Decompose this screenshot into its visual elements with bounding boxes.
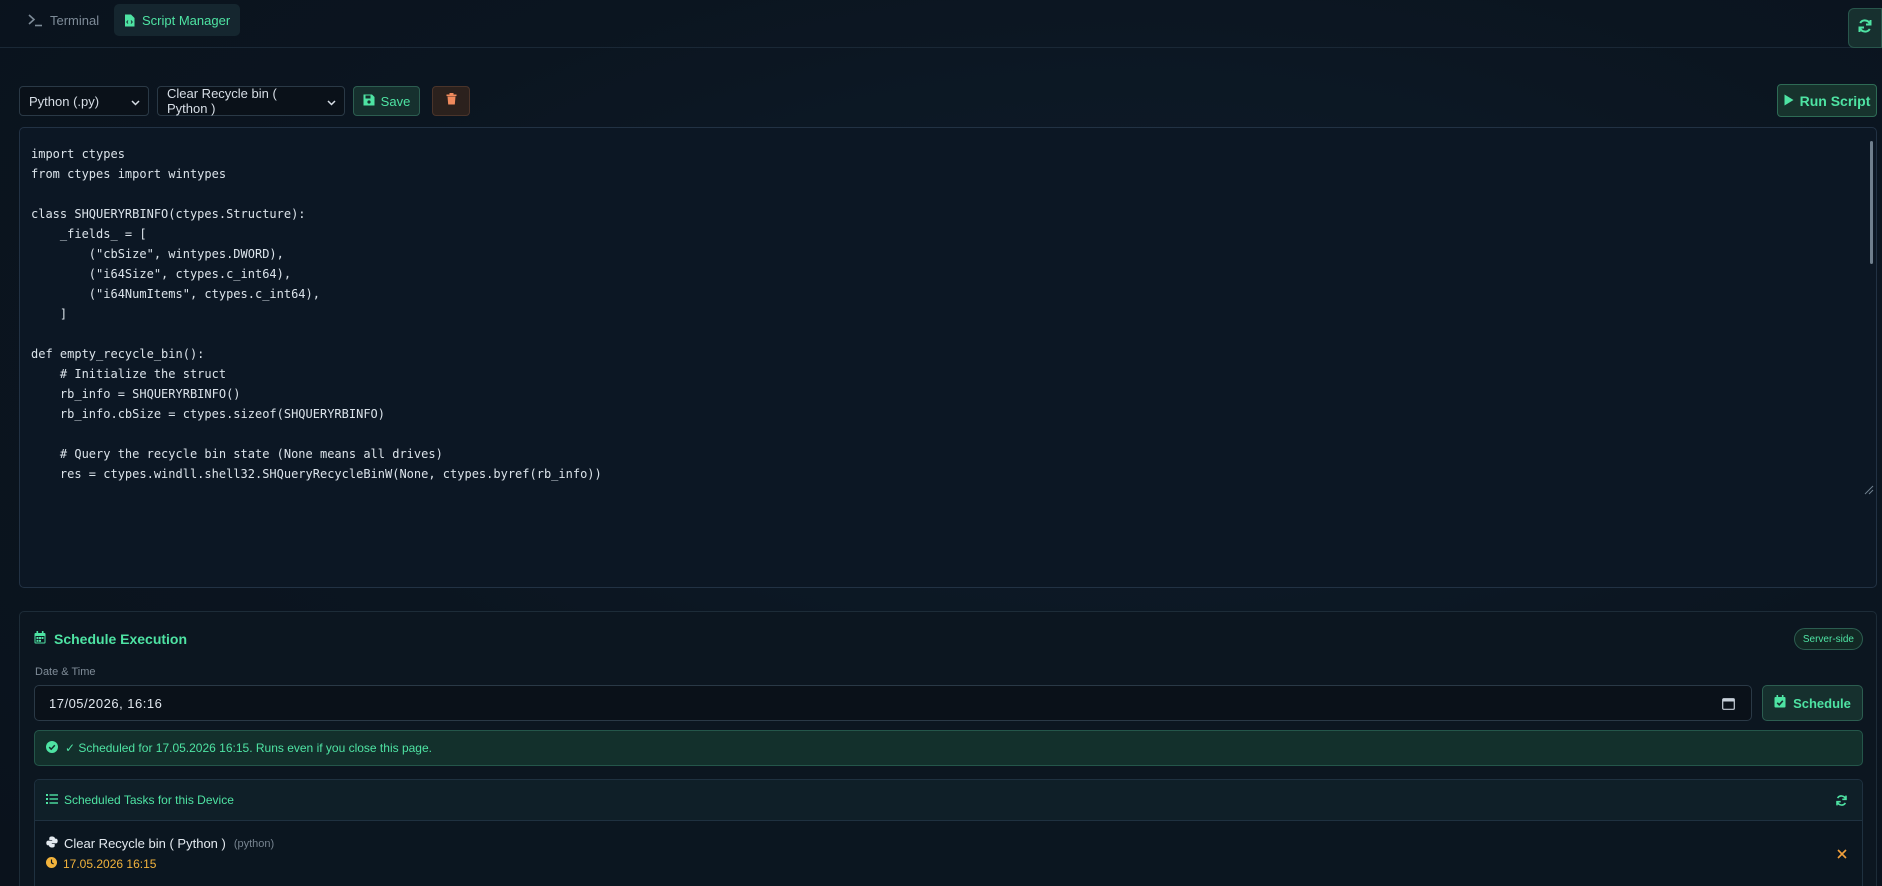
file-code-icon <box>124 14 135 27</box>
script-select-value: Clear Recycle bin ( Python ) <box>167 86 277 116</box>
language-select-value: Python (.py) <box>29 93 100 109</box>
task-type: (python) <box>233 837 275 850</box>
script-toolbar: Python (.py) Clear Recycle bin ( Python … <box>19 86 470 116</box>
datetime-input[interactable]: 17/05/2026, 16:16 <box>34 685 1752 721</box>
alert-text: ✓ Scheduled for 17.05.2026 16:15. Runs e… <box>65 741 432 755</box>
datetime-label: Date & Time <box>35 666 96 678</box>
server-side-badge: Server-side <box>1793 628 1863 650</box>
tab-script-manager-label: Script Manager <box>142 12 231 28</box>
scheduled-tasks-list: Scheduled Tasks for this Device Clear Re… <box>34 779 1863 886</box>
scheduled-success-alert: ✓ Scheduled for 17.05.2026 16:15. Runs e… <box>34 730 1863 766</box>
check-circle-icon <box>46 740 58 756</box>
editor-scrollbar[interactable] <box>1870 141 1873 264</box>
sync-icon <box>1857 18 1873 39</box>
chevron-down-icon <box>327 94 336 109</box>
play-icon <box>1784 93 1794 109</box>
tab-script-manager[interactable]: Script Manager <box>114 4 241 36</box>
tasks-title: Scheduled Tasks for this Device <box>64 793 234 807</box>
save-button[interactable]: Save <box>353 86 420 116</box>
terminal-icon <box>28 13 43 27</box>
python-icon <box>46 836 58 851</box>
chevron-down-icon <box>131 94 140 109</box>
code-text[interactable]: import ctypes from ctypes import wintype… <box>31 144 1856 484</box>
calendar-check-icon <box>1774 695 1786 711</box>
list-icon <box>46 793 58 807</box>
cancel-task-button[interactable] <box>1837 846 1847 862</box>
top-tab-bar: Terminal Script Manager <box>0 0 1882 48</box>
task-item: Clear Recycle bin ( Python ) (python) 17… <box>35 821 1862 886</box>
schedule-title: Schedule Execution <box>34 631 187 647</box>
resize-handle-icon[interactable] <box>1862 482 1874 495</box>
schedule-button-label: Schedule <box>1793 695 1851 711</box>
code-editor[interactable]: import ctypes from ctypes import wintype… <box>19 127 1877 588</box>
task-time: 17.05.2026 16:15 <box>46 857 156 871</box>
run-script-label: Run Script <box>1799 92 1871 109</box>
close-icon <box>1837 846 1847 862</box>
tasks-header: Scheduled Tasks for this Device <box>35 780 1862 821</box>
clock-icon <box>46 857 57 871</box>
task-name: Clear Recycle bin ( Python ) (python) <box>46 836 274 851</box>
schedule-title-text: Schedule Execution <box>54 631 188 647</box>
script-select[interactable]: Clear Recycle bin ( Python ) <box>157 86 345 116</box>
calendar-icon <box>34 631 46 647</box>
run-script-button[interactable]: Run Script <box>1777 84 1877 117</box>
reload-button[interactable] <box>1848 8 1882 48</box>
schedule-panel: Schedule Execution Server-side Date & Ti… <box>19 611 1877 886</box>
floppy-disk-icon <box>363 94 375 109</box>
save-button-label: Save <box>380 93 411 109</box>
task-name-text: Clear Recycle bin ( Python ) <box>64 836 226 851</box>
language-select[interactable]: Python (.py) <box>19 86 149 116</box>
calendar-picker-icon[interactable] <box>1722 697 1735 713</box>
delete-button[interactable] <box>432 86 470 116</box>
datetime-value: 17/05/2026, 16:16 <box>49 695 163 711</box>
schedule-button[interactable]: Schedule <box>1762 685 1863 721</box>
tab-terminal-label: Terminal <box>50 12 100 28</box>
refresh-tasks-icon[interactable] <box>1835 794 1848 810</box>
tab-terminal[interactable]: Terminal <box>18 4 109 36</box>
task-time-text: 17.05.2026 16:15 <box>63 857 157 871</box>
trash-icon <box>446 92 457 110</box>
